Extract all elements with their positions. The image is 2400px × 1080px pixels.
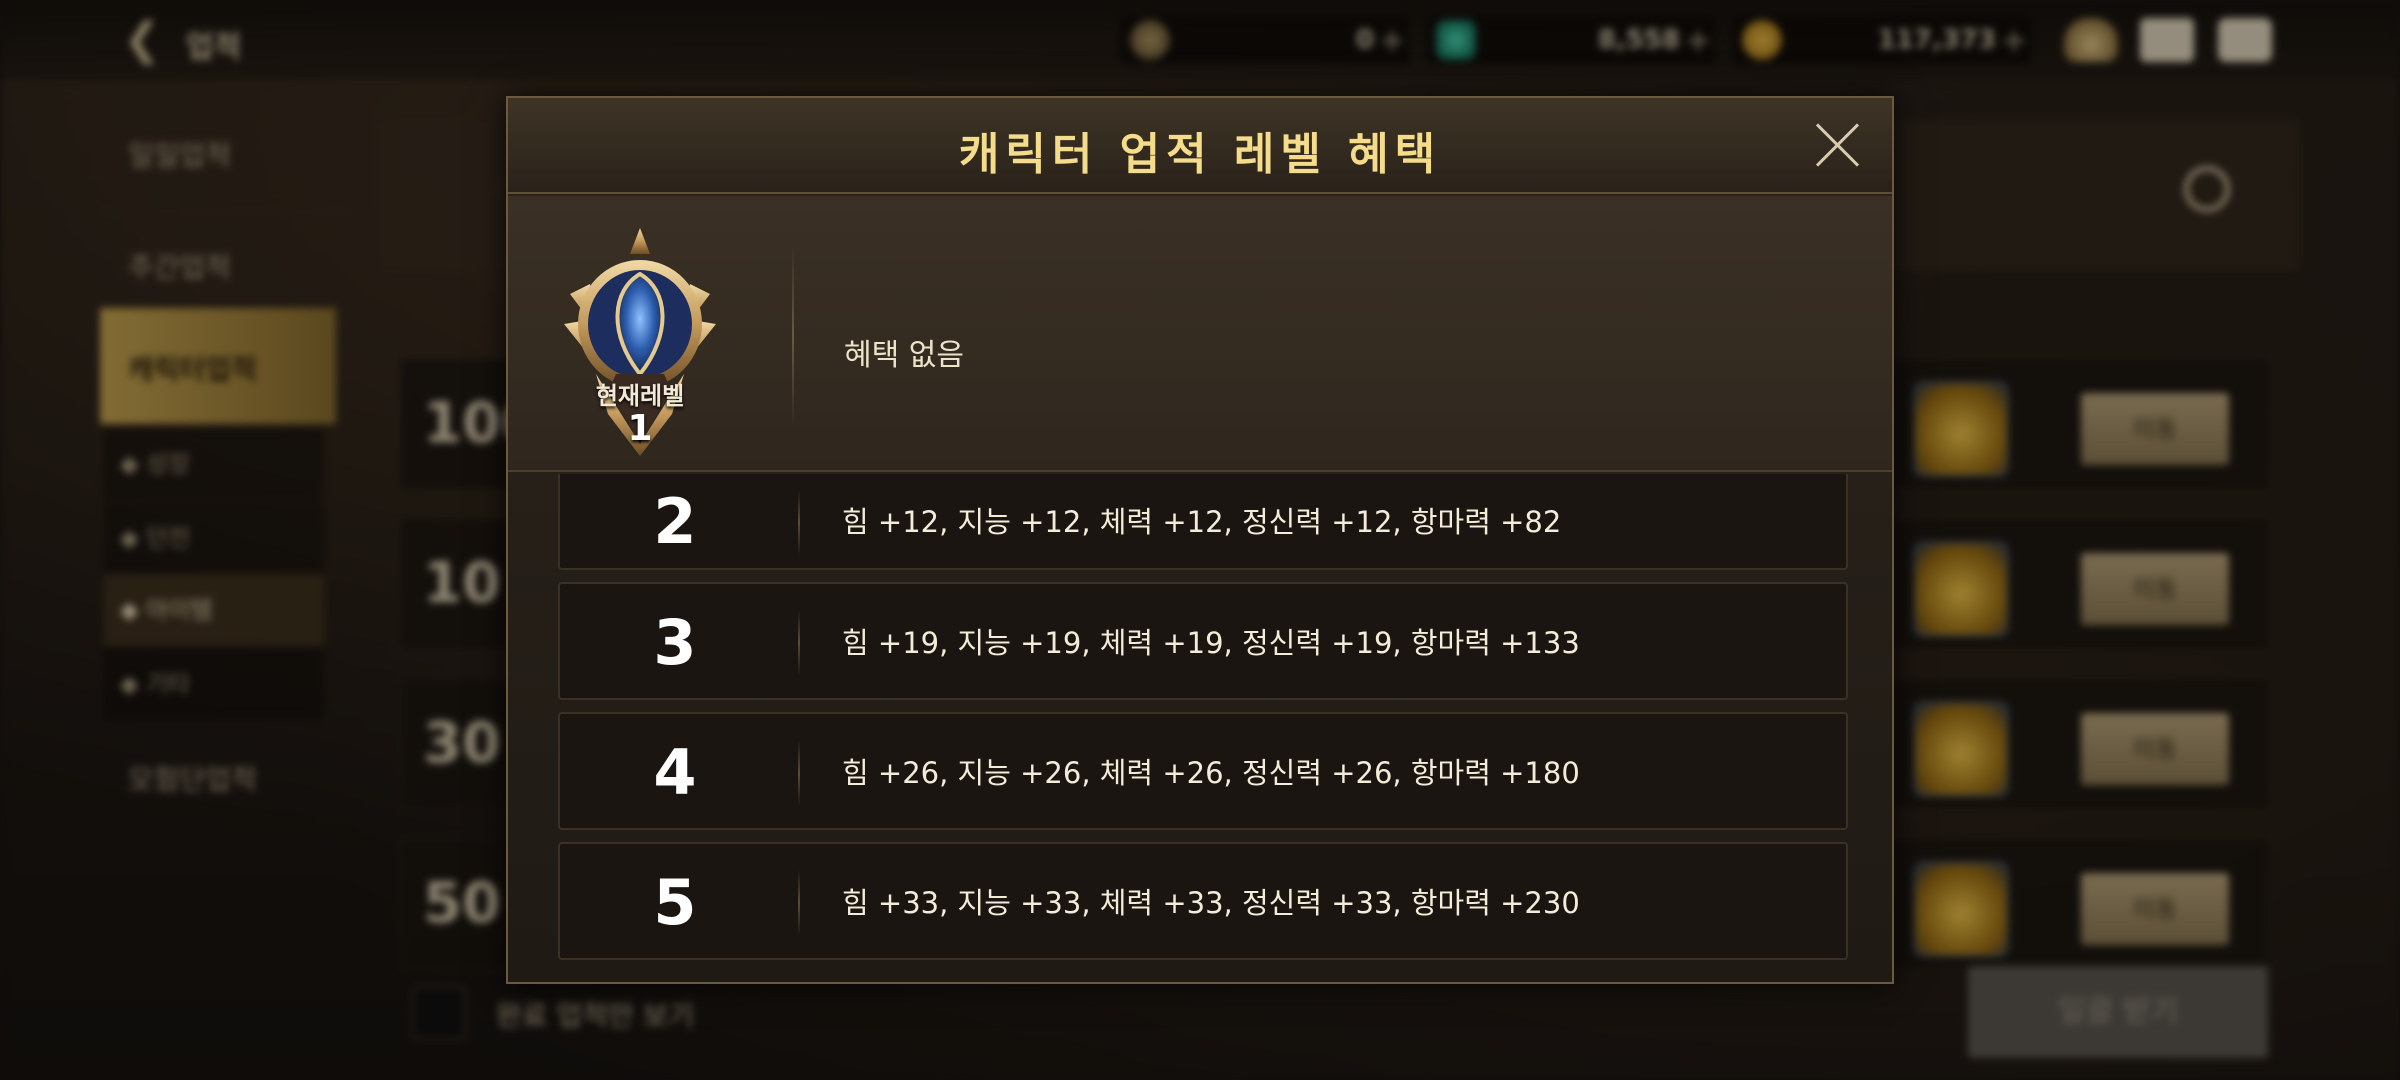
modal-header: 캐릭터 업적 레벨 혜택: [508, 98, 1892, 194]
level-stats: 힘 +19, 지능 +19, 체력 +19, 정신력 +19, 항마력 +133: [842, 626, 1580, 660]
level-benefit-modal: 캐릭터 업적 레벨 혜택 현재레벨 1 혜택 없음 2 힘 +12, 지능 +1…: [506, 96, 1894, 984]
level-number: 2: [653, 485, 697, 558]
current-benefit-text: 혜택 없음: [844, 338, 964, 373]
level-row: 3 힘 +19, 지능 +19, 체력 +19, 정신력 +19, 항마력 +1…: [558, 582, 1848, 700]
row-divider: [798, 490, 800, 556]
level-row: 2 힘 +12, 지능 +12, 체력 +12, 정신력 +12, 항마력 +8…: [558, 474, 1848, 570]
level-number: 5: [653, 866, 697, 939]
level-stats: 힘 +26, 지능 +26, 체력 +26, 정신력 +26, 항마력 +180: [842, 756, 1580, 790]
level-number: 4: [653, 736, 697, 809]
modal-title: 캐릭터 업적 레벨 혜택: [958, 129, 1442, 180]
level-stats: 힘 +12, 지능 +12, 체력 +12, 정신력 +12, 항마력 +82: [842, 505, 1562, 539]
row-divider: [798, 740, 800, 806]
level-row: 4 힘 +26, 지능 +26, 체력 +26, 정신력 +26, 항마력 +1…: [558, 712, 1848, 830]
row-divider: [798, 870, 800, 936]
level-stats: 힘 +33, 지능 +33, 체력 +33, 정신력 +33, 항마력 +230: [842, 886, 1580, 920]
current-level-label: 현재레벨: [595, 382, 685, 410]
panel-divider: [792, 246, 794, 426]
level-row: 5 힘 +33, 지능 +33, 체력 +33, 정신력 +33, 항마력 +2…: [558, 842, 1848, 960]
row-divider: [798, 610, 800, 676]
close-icon[interactable]: [1812, 120, 1862, 170]
level-benefit-list: 2 힘 +12, 지능 +12, 체력 +12, 정신력 +12, 항마력 +8…: [558, 474, 1848, 972]
current-level-value: 1: [627, 408, 653, 449]
level-number: 3: [653, 606, 697, 679]
